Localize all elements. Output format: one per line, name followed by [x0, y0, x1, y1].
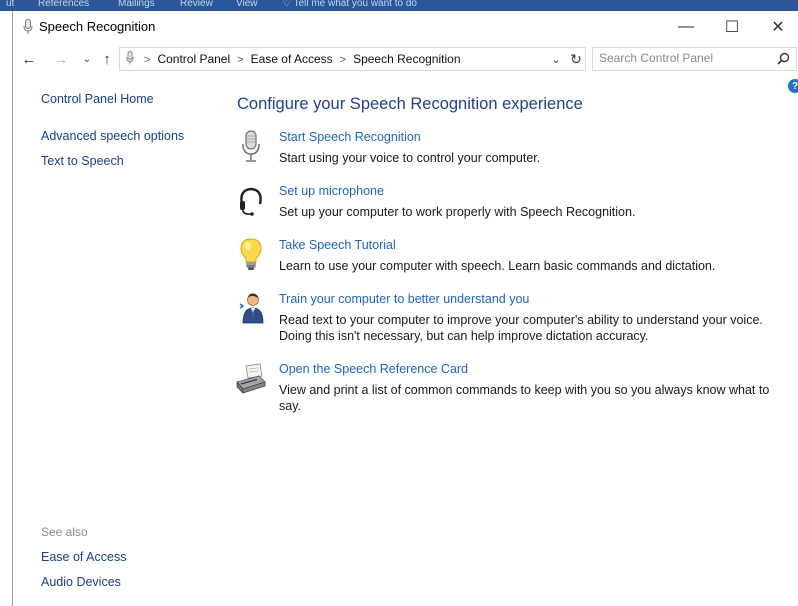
close-button[interactable]: ✕: [755, 11, 798, 43]
ribbon-item: ut: [6, 0, 15, 9]
advanced-speech-options-link[interactable]: Advanced speech options: [41, 129, 184, 143]
title-bar[interactable]: Speech Recognition — ☐ ✕: [13, 11, 798, 43]
audio-devices-link[interactable]: Audio Devices: [41, 575, 121, 589]
recent-locations-button[interactable]: ⌄: [77, 49, 97, 69]
breadcrumb-ease-of-access[interactable]: Ease of Access: [251, 52, 333, 66]
ribbon-item: ♡ Tell me what you want to do: [282, 0, 417, 9]
printer-icon: [236, 363, 266, 394]
see-also-heading: See also: [41, 525, 88, 539]
minimize-button[interactable]: —: [663, 11, 709, 43]
ribbon-item: View: [236, 0, 258, 9]
forward-button[interactable]: →: [51, 49, 71, 69]
headset-icon: [240, 187, 262, 216]
text-to-speech-link[interactable]: Text to Speech: [41, 154, 124, 168]
train-computer-link[interactable]: Train your computer to better understand…: [279, 292, 529, 306]
background-ribbon: ut References Mailings Review View ♡ Tel…: [0, 0, 798, 11]
refresh-button[interactable]: ↻: [567, 49, 585, 69]
task-description: View and print a list of common commands…: [279, 383, 770, 413]
ribbon-item: References: [38, 0, 90, 9]
maximize-button[interactable]: ☐: [709, 11, 755, 43]
control-panel-window: Speech Recognition — ☐ ✕ ← → ⌄ ↑ > Contro…: [12, 11, 798, 606]
breadcrumb-separator[interactable]: >: [144, 54, 150, 66]
address-bar[interactable]: > Control Panel > Ease of Access > Speech Rec…: [119, 47, 586, 71]
navigation-bar: ← → ⌄ ↑ > Control Panel > Ease of Access > Sp…: [13, 47, 798, 73]
breadcrumb: > Control Panel > Ease of Access > Speech Rec…: [144, 52, 461, 66]
search-box: [592, 47, 797, 71]
page-title: Configure your Speech Recognition experi…: [237, 95, 583, 113]
user-icon: [239, 293, 264, 324]
search-icon[interactable]: [775, 50, 791, 66]
speech-reference-card-link[interactable]: Open the Speech Reference Card: [279, 362, 468, 376]
start-speech-recognition-link[interactable]: Start Speech Recognition: [279, 130, 421, 144]
task-description: Read text to your computer to improve yo…: [279, 313, 763, 343]
ribbon-item: Review: [180, 0, 213, 9]
breadcrumb-control-panel[interactable]: Control Panel: [157, 52, 230, 66]
control-panel-home-link[interactable]: Control Panel Home: [41, 92, 154, 106]
task-description: Learn to use your computer with speech. …: [279, 259, 716, 273]
back-button[interactable]: ←: [19, 49, 39, 69]
ease-of-access-link[interactable]: Ease of Access: [41, 550, 126, 564]
help-icon[interactable]: ?: [788, 79, 798, 93]
breadcrumb-separator[interactable]: >: [237, 54, 243, 66]
lightbulb-icon: [240, 238, 262, 270]
search-input[interactable]: [593, 48, 769, 68]
up-button[interactable]: ↑: [97, 49, 117, 69]
microphone-icon: [126, 51, 134, 65]
ribbon-item: Mailings: [118, 0, 155, 9]
set-up-microphone-link[interactable]: Set up microphone: [279, 184, 384, 198]
search-icon-glyph: [776, 52, 789, 65]
microphone-icon: [242, 130, 260, 162]
breadcrumb-separator[interactable]: >: [340, 54, 346, 66]
window-title: Speech Recognition: [39, 19, 156, 34]
address-dropdown-button[interactable]: ⌄: [548, 50, 564, 68]
breadcrumb-speech-recognition[interactable]: Speech Recognition: [353, 52, 460, 66]
task-description: Set up your computer to work properly wi…: [279, 205, 636, 219]
take-speech-tutorial-link[interactable]: Take Speech Tutorial: [279, 238, 396, 252]
task-description: Start using your voice to control your c…: [279, 151, 541, 165]
microphone-icon: [23, 19, 33, 34]
